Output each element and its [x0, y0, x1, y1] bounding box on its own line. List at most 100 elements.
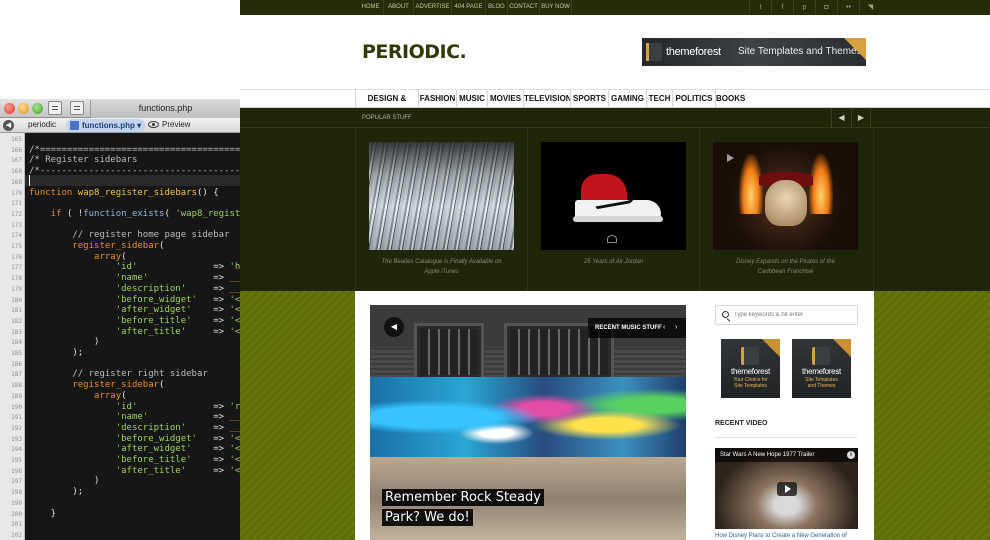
- nav-item-movies[interactable]: MOVIES: [487, 90, 523, 108]
- minimize-window-button[interactable]: [18, 103, 29, 114]
- topnav-404-page[interactable]: 404 PAGE: [452, 0, 486, 15]
- jumpman-icon: [607, 235, 617, 243]
- php-file-icon: [70, 121, 79, 130]
- air-jordan-image[interactable]: [541, 142, 686, 250]
- line-number: 180: [11, 296, 22, 304]
- info-icon[interactable]: i: [847, 451, 855, 459]
- popular-caption[interactable]: The Beatles Catalogue is Finally Availab…: [369, 257, 514, 277]
- divider: [715, 437, 858, 438]
- chevron-down-icon: ▾: [137, 121, 142, 130]
- popular-card[interactable]: Disney Expands on the Pirates of the Car…: [713, 142, 858, 277]
- speaker-icon[interactable]: ◀: [384, 317, 404, 337]
- flickr-icon[interactable]: ••: [837, 0, 859, 15]
- featured-title-line: Remember Rock Steady: [382, 489, 544, 506]
- popular-caption[interactable]: 25 Years of Air Jordan: [541, 257, 686, 267]
- content-background: ◀ RECENT MUSIC STUFF ‹ › Remember Rock S…: [240, 291, 990, 540]
- facebook-icon[interactable]: f: [771, 0, 793, 15]
- video-caption-link[interactable]: How Disney Plans to Create a New Generat…: [715, 533, 847, 539]
- code-token: =>: [137, 401, 230, 412]
- zoom-window-button[interactable]: [32, 103, 43, 114]
- twitter-icon[interactable]: t: [749, 0, 771, 15]
- popular-divider: [699, 128, 700, 291]
- popular-next-button[interactable]: ▶: [851, 108, 871, 128]
- code-token: function_exists: [83, 208, 165, 219]
- nav-item-sports[interactable]: SPORTS: [570, 90, 608, 108]
- vinyl-records-image[interactable]: [369, 142, 514, 250]
- search-input[interactable]: [734, 307, 854, 323]
- nav-item-politics[interactable]: POLITICS: [672, 90, 715, 108]
- breadcrumb-file[interactable]: functions.php ▾: [66, 119, 146, 132]
- popular-caption[interactable]: Disney Expands on the Pirates of the Car…: [713, 257, 858, 277]
- line-number: 171: [11, 200, 22, 208]
- arrow-left-icon: ◀: [838, 113, 845, 122]
- content-panel: ◀ RECENT MUSIC STUFF ‹ › Remember Rock S…: [355, 291, 874, 540]
- line-number: 172: [11, 210, 22, 218]
- code-area[interactable]: /*======================================…: [25, 133, 240, 540]
- code-line: ): [29, 476, 99, 486]
- code-token: =>: [191, 455, 230, 465]
- slider-next-button[interactable]: ›: [675, 318, 677, 338]
- pinterest-icon[interactable]: p: [793, 0, 815, 15]
- ad-tagline-line: Site Templates: [734, 383, 767, 389]
- nav-item-fashion[interactable]: FASHION: [418, 90, 456, 108]
- line-number: 176: [11, 253, 22, 261]
- ad-corner-ribbon: [844, 38, 866, 60]
- code-line: function wap8_register_sidebars() {: [29, 188, 219, 198]
- featured-post-title[interactable]: Remember Rock Steady Park? We do!: [382, 488, 582, 528]
- preview-button[interactable]: Preview: [148, 120, 190, 129]
- popular-prev-button[interactable]: ◀: [831, 108, 851, 128]
- search-box: [715, 305, 858, 325]
- video-player[interactable]: Star Wars A New Hope 1977 Trailer i: [715, 448, 858, 529]
- pirates-skull-image[interactable]: [713, 142, 858, 250]
- popular-card[interactable]: 25 Years of Air Jordan: [541, 142, 686, 267]
- topnav-about[interactable]: ABOUT: [384, 0, 414, 15]
- code-token: __(: [229, 412, 241, 423]
- code-token: 'description': [29, 283, 187, 294]
- play-button[interactable]: [777, 482, 797, 496]
- nav-item-books[interactable]: BOOKS: [715, 90, 745, 108]
- navigation-icon[interactable]: ◀: [3, 120, 14, 131]
- topnav-contact[interactable]: CONTACT: [508, 0, 540, 15]
- code-token: =>: [148, 273, 230, 284]
- popular-card[interactable]: The Beatles Catalogue is Finally Availab…: [369, 142, 514, 277]
- header-ad-banner[interactable]: themeforest Site Templates and Themes: [642, 38, 866, 66]
- nav-item-tech[interactable]: TECH: [646, 90, 672, 108]
- current-line-highlight: [25, 175, 240, 186]
- nav-item-gaming[interactable]: GAMING: [608, 90, 646, 108]
- nav-item-television[interactable]: TELEVISION: [523, 90, 572, 108]
- code-token: /* Register sidebars: [29, 155, 138, 166]
- line-number-gutter: 165 166 167 168 169 170 171 172 173 174 175 176 177 1…: [0, 133, 25, 540]
- editor-tab-functions-php[interactable]: functions.php: [90, 100, 240, 118]
- rss-icon[interactable]: ◥: [859, 0, 881, 15]
- sidebar-ad-2[interactable]: themeforest Site Templates and Themes: [792, 339, 851, 398]
- line-number: 202: [11, 531, 22, 539]
- code-token: (: [121, 251, 127, 262]
- code-line: );: [29, 348, 83, 358]
- topnav-home[interactable]: HOME: [358, 0, 384, 15]
- code-token: 'description': [29, 422, 187, 433]
- toolbar-stop-button[interactable]: [48, 101, 62, 115]
- skull-shape: [765, 180, 807, 226]
- site-logo[interactable]: PERIODIC.: [362, 41, 467, 63]
- toolbar-sidebar-button[interactable]: [70, 101, 84, 115]
- code-token: =>: [186, 283, 230, 294]
- video-title[interactable]: Star Wars A New Hope 1977 Trailer: [720, 448, 815, 462]
- close-window-button[interactable]: [4, 103, 15, 114]
- sidebar-ad-1[interactable]: themeforest Your Choice for Site Template…: [721, 339, 780, 398]
- nav-item-design-decor[interactable]: DESIGN & DECOR: [355, 90, 418, 121]
- breadcrumb-project[interactable]: periodic: [24, 120, 60, 129]
- line-number: 165: [11, 136, 22, 143]
- code-token: 'before_title': [29, 455, 192, 465]
- line-number: 169: [11, 178, 22, 186]
- topnav-blog[interactable]: BLOG: [486, 0, 508, 15]
- code-token: =>: [196, 294, 230, 305]
- topnav-buy-now[interactable]: BUY NOW: [540, 0, 572, 15]
- topnav-advertise[interactable]: ADVERTISE: [414, 0, 452, 15]
- code-token: =>: [191, 444, 230, 455]
- code-token: 'after_widget': [29, 444, 192, 455]
- nav-item-music[interactable]: MUSIC: [456, 90, 487, 108]
- instagram-icon[interactable]: ◘: [815, 0, 837, 15]
- play-icon[interactable]: [727, 154, 734, 162]
- featured-slider[interactable]: ◀ RECENT MUSIC STUFF ‹ › Remember Rock S…: [370, 305, 686, 540]
- slider-prev-button[interactable]: ‹: [663, 318, 665, 338]
